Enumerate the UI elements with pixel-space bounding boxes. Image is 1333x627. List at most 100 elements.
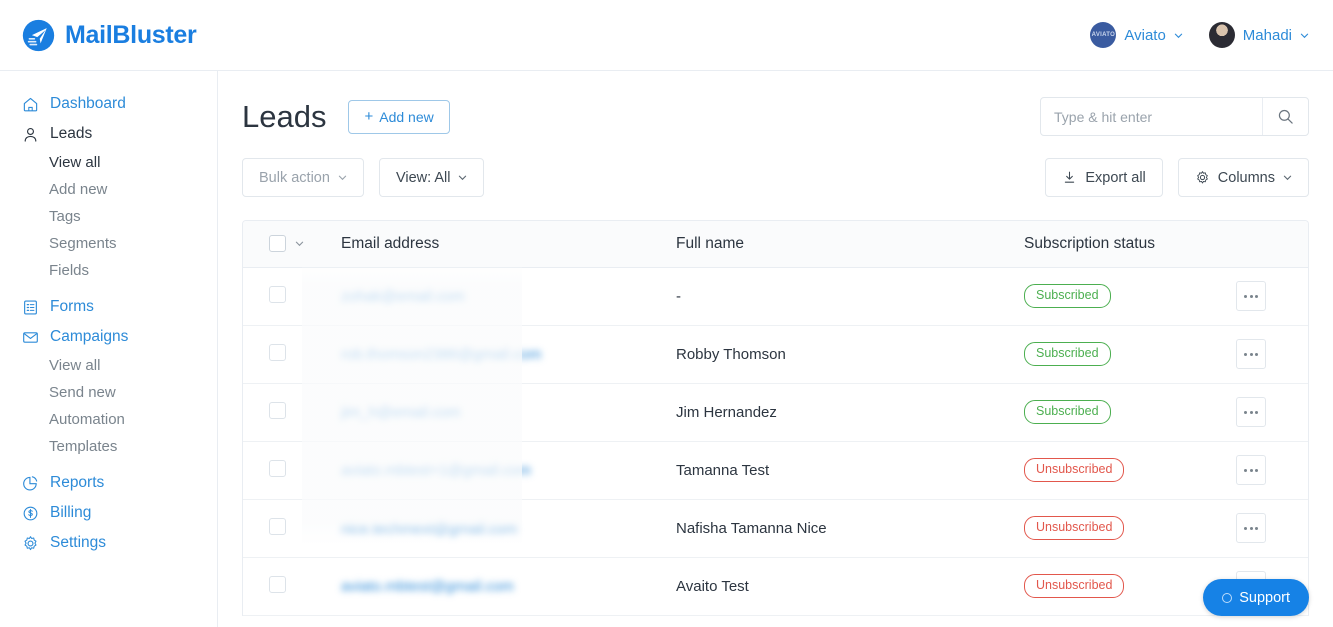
chevron-down-icon xyxy=(338,173,347,182)
row-status-cell: Unsubscribed xyxy=(1011,557,1218,615)
row-select-cell xyxy=(243,267,315,325)
sidebar-item-settings[interactable]: Settings xyxy=(0,528,217,558)
spacer xyxy=(0,460,217,468)
row-checkbox[interactable] xyxy=(269,518,286,535)
add-new-button[interactable]: + Add new xyxy=(348,100,449,134)
row-actions-button[interactable] xyxy=(1236,455,1266,485)
kebab-menu-icon xyxy=(1250,353,1253,356)
view-filter-dropdown[interactable]: View: All xyxy=(379,158,485,197)
sidebar-item-label: Dashboard xyxy=(50,95,126,113)
row-email-cell: aviato.mbtest@gmail.com xyxy=(315,557,663,615)
select-all-checkbox[interactable] xyxy=(269,235,286,252)
row-actions-cell xyxy=(1218,499,1308,557)
row-checkbox[interactable] xyxy=(269,344,286,361)
chevron-down-icon xyxy=(1300,31,1309,40)
row-checkbox[interactable] xyxy=(269,576,286,593)
bulk-action-label: Bulk action xyxy=(259,170,330,186)
sidebar-item-campaigns[interactable]: Campaigns xyxy=(0,322,217,352)
add-new-label: Add new xyxy=(379,109,433,125)
column-header-status[interactable]: Subscription status xyxy=(1011,221,1218,267)
sidebar-item-leads-add-new[interactable]: Add new xyxy=(0,176,217,203)
sidebar-item-leads-view-all[interactable]: View all xyxy=(0,149,217,176)
table-row[interactable]: nice.techmext@gmail.com Nafisha Tamanna … xyxy=(243,499,1308,557)
sidebar-item-forms[interactable]: Forms xyxy=(0,292,217,322)
sidebar-item-dashboard[interactable]: Dashboard xyxy=(0,89,217,119)
spacer xyxy=(0,284,217,292)
lead-full-name: Robby Thomson xyxy=(663,346,1011,363)
export-all-button[interactable]: Export all xyxy=(1045,158,1162,197)
sidebar-item-campaigns-view-all[interactable]: View all xyxy=(0,352,217,379)
bulk-action-dropdown[interactable]: Bulk action xyxy=(242,158,364,197)
row-actions-cell xyxy=(1218,267,1308,325)
row-email-cell: jim_h@email.com xyxy=(315,383,663,441)
support-button[interactable]: Support xyxy=(1203,579,1309,616)
lead-full-name: - xyxy=(663,288,1011,305)
table-row[interactable]: rob.thomson2386@gmail.com Robby Thomson … xyxy=(243,325,1308,383)
lead-email[interactable]: jim_h@email.com xyxy=(341,404,460,421)
workspace-switcher[interactable]: AVIATO Aviato xyxy=(1090,22,1182,48)
leads-table: Email address Full name Subscription sta… xyxy=(243,221,1308,616)
row-actions-button[interactable] xyxy=(1236,339,1266,369)
row-actions-cell xyxy=(1218,325,1308,383)
search-button[interactable] xyxy=(1262,98,1308,135)
search-icon xyxy=(1277,108,1294,125)
table-row[interactable]: aviato.mbtest@gmail.com Avaito Test Unsu… xyxy=(243,557,1308,615)
row-fullname-cell: - xyxy=(663,267,1011,325)
sidebar-item-leads-segments[interactable]: Segments xyxy=(0,230,217,257)
page-title-group: Leads + Add new xyxy=(242,99,450,135)
sidebar-item-leads-fields[interactable]: Fields xyxy=(0,257,217,284)
chevron-down-icon xyxy=(1174,31,1183,40)
row-checkbox[interactable] xyxy=(269,460,286,477)
table-row[interactable]: aviato.mbtest+1@gmail.com Tamanna Test U… xyxy=(243,441,1308,499)
main-content: Leads + Add new Bulk action xyxy=(218,71,1333,627)
user-menu[interactable]: Mahadi xyxy=(1209,22,1309,48)
kebab-menu-icon xyxy=(1255,527,1258,530)
gear-icon xyxy=(1195,170,1210,185)
sidebar-item-billing[interactable]: Billing xyxy=(0,498,217,528)
chevron-down-icon[interactable] xyxy=(295,239,304,248)
column-header-status-label: Subscription status xyxy=(1011,235,1218,253)
row-fullname-cell: Nafisha Tamanna Nice xyxy=(663,499,1011,557)
table-row[interactable]: jim_h@email.com Jim Hernandez Subscribed xyxy=(243,383,1308,441)
lead-email[interactable]: aviato.mbtest@gmail.com xyxy=(341,578,514,595)
column-header-fullname[interactable]: Full name xyxy=(663,221,1011,267)
row-email-cell: aviato.mbtest+1@gmail.com xyxy=(315,441,663,499)
workspace-avatar: AVIATO xyxy=(1090,22,1116,48)
sidebar-item-label: Leads xyxy=(50,125,92,143)
sidebar-item-campaigns-templates[interactable]: Templates xyxy=(0,433,217,460)
row-checkbox[interactable] xyxy=(269,286,286,303)
row-checkbox[interactable] xyxy=(269,402,286,419)
sidebar-item-leads-tags[interactable]: Tags xyxy=(0,203,217,230)
lead-email[interactable]: aviato.mbtest+1@gmail.com xyxy=(341,462,531,479)
column-header-actions xyxy=(1218,221,1308,267)
lead-full-name: Jim Hernandez xyxy=(663,404,1011,421)
row-actions-button[interactable] xyxy=(1236,513,1266,543)
brand-logo-link[interactable]: MailBluster xyxy=(22,19,196,52)
sidebar-item-reports[interactable]: Reports xyxy=(0,468,217,498)
row-actions-button[interactable] xyxy=(1236,281,1266,311)
page-header: Leads + Add new xyxy=(218,71,1309,136)
row-select-cell xyxy=(243,325,315,383)
status-badge: Unsubscribed xyxy=(1024,516,1124,541)
column-header-email[interactable]: Email address xyxy=(315,221,663,267)
lead-full-name: Nafisha Tamanna Nice xyxy=(663,520,1011,537)
user-name: Mahadi xyxy=(1243,27,1292,44)
columns-button[interactable]: Columns xyxy=(1178,158,1309,197)
search-input[interactable] xyxy=(1041,98,1262,135)
table-row[interactable]: zohak@email.com - Subscribed xyxy=(243,267,1308,325)
support-circle-icon xyxy=(1222,593,1232,603)
lead-email[interactable]: nice.techmext@gmail.com xyxy=(341,520,517,537)
sidebar-item-leads[interactable]: Leads xyxy=(0,119,217,149)
kebab-menu-icon xyxy=(1244,527,1247,530)
kebab-menu-icon xyxy=(1244,353,1247,356)
dollar-circle-icon xyxy=(22,505,39,522)
lead-full-name: Tamanna Test xyxy=(663,462,1011,479)
row-actions-button[interactable] xyxy=(1236,397,1266,427)
sidebar-item-campaigns-send-new[interactable]: Send new xyxy=(0,379,217,406)
kebab-menu-icon xyxy=(1250,469,1253,472)
lead-email[interactable]: rob.thomson2386@gmail.com xyxy=(341,346,541,363)
export-all-label: Export all xyxy=(1085,170,1145,186)
lead-email[interactable]: zohak@email.com xyxy=(341,288,465,305)
row-email-cell: zohak@email.com xyxy=(315,267,663,325)
sidebar-item-campaigns-automation[interactable]: Automation xyxy=(0,406,217,433)
